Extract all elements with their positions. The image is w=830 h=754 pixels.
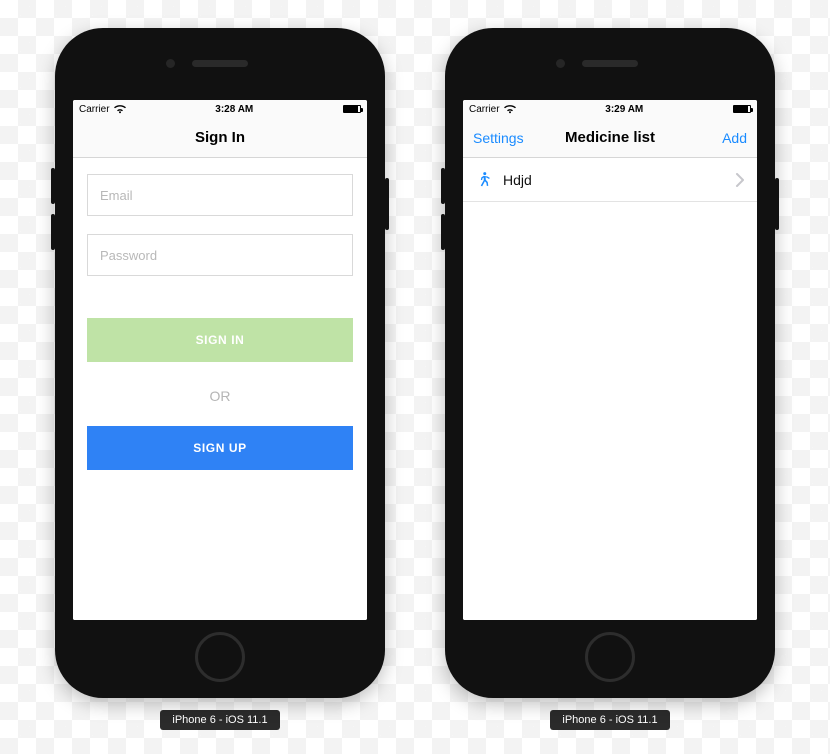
status-left: Carrier xyxy=(79,104,126,115)
clock-label: 3:29 AM xyxy=(605,104,643,115)
list-item-label: Hdjd xyxy=(503,172,735,188)
screen: Carrier 3:28 AM Sign In SIGN IN OR xyxy=(73,100,367,620)
battery-icon xyxy=(343,105,361,113)
list-item[interactable]: Hdjd xyxy=(463,158,757,202)
status-bar: Carrier 3:29 AM xyxy=(463,100,757,118)
status-right xyxy=(733,105,751,113)
status-bar: Carrier 3:28 AM xyxy=(73,100,367,118)
add-button[interactable]: Add xyxy=(712,118,757,157)
email-field[interactable] xyxy=(87,174,353,216)
clock-label: 3:28 AM xyxy=(215,104,253,115)
page-title: Medicine list xyxy=(565,129,655,146)
signin-button[interactable]: SIGN IN xyxy=(87,318,353,362)
carrier-label: Carrier xyxy=(469,104,500,115)
signup-button[interactable]: SIGN UP xyxy=(87,426,353,470)
stage: Carrier 3:28 AM Sign In SIGN IN OR xyxy=(0,0,830,730)
screen: Carrier 3:29 AM Settings Medicine list A… xyxy=(463,100,757,620)
chevron-right-icon xyxy=(735,173,745,187)
device-label: iPhone 6 - iOS 11.1 xyxy=(550,710,669,730)
volume-up-button xyxy=(51,168,55,204)
password-field[interactable] xyxy=(87,234,353,276)
status-right xyxy=(343,105,361,113)
device-right: Carrier 3:29 AM Settings Medicine list A… xyxy=(445,28,775,730)
power-button xyxy=(385,178,389,230)
nav-bar: Settings Medicine list Add xyxy=(463,118,757,158)
volume-down-button xyxy=(51,214,55,250)
or-separator: OR xyxy=(87,388,353,404)
device-label: iPhone 6 - iOS 11.1 xyxy=(160,710,279,730)
settings-button[interactable]: Settings xyxy=(463,118,534,157)
home-button[interactable] xyxy=(585,632,635,682)
front-camera xyxy=(556,59,565,68)
front-camera xyxy=(166,59,175,68)
medicine-list: Hdjd xyxy=(463,158,757,620)
carrier-label: Carrier xyxy=(79,104,110,115)
wifi-icon xyxy=(114,105,126,114)
walking-icon xyxy=(475,171,493,189)
phone-frame: Carrier 3:29 AM Settings Medicine list A… xyxy=(445,28,775,698)
status-left: Carrier xyxy=(469,104,516,115)
phone-frame: Carrier 3:28 AM Sign In SIGN IN OR xyxy=(55,28,385,698)
wifi-icon xyxy=(504,105,516,114)
power-button xyxy=(775,178,779,230)
volume-down-button xyxy=(441,214,445,250)
speaker-slot xyxy=(192,60,248,67)
nav-bar: Sign In xyxy=(73,118,367,158)
page-title: Sign In xyxy=(195,129,245,146)
signin-form: SIGN IN OR SIGN UP xyxy=(73,158,367,620)
device-left: Carrier 3:28 AM Sign In SIGN IN OR xyxy=(55,28,385,730)
home-button[interactable] xyxy=(195,632,245,682)
volume-up-button xyxy=(441,168,445,204)
speaker-slot xyxy=(582,60,638,67)
battery-icon xyxy=(733,105,751,113)
